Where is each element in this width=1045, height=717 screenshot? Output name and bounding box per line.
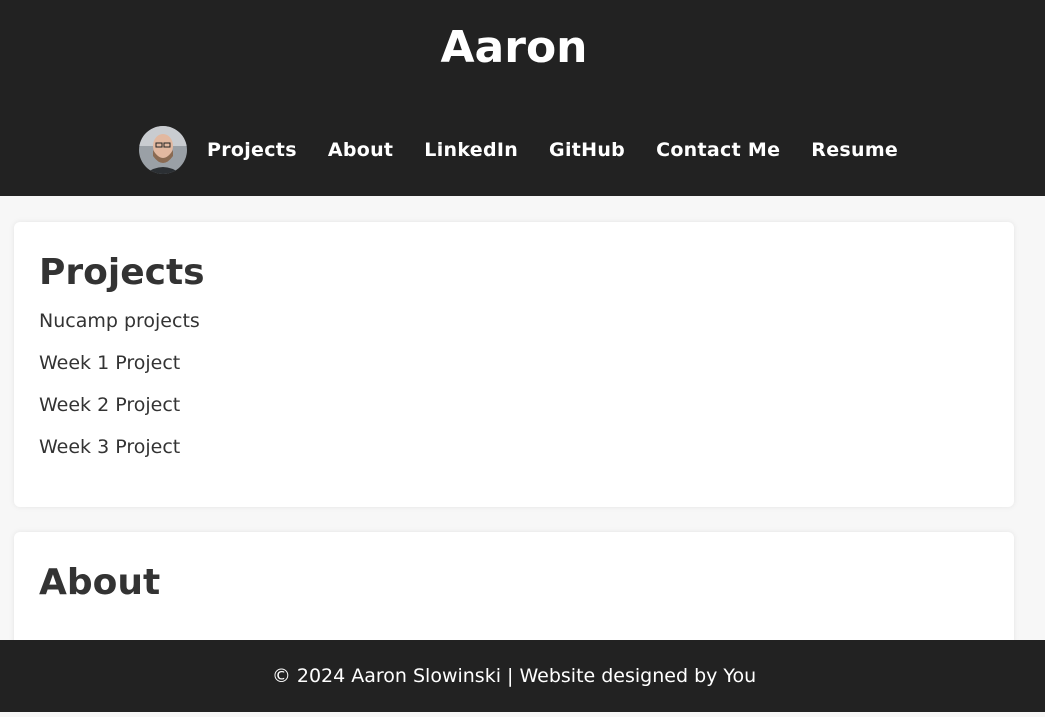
project-item[interactable]: Week 1 Project	[39, 350, 200, 376]
nav-link-github[interactable]: GitHub	[549, 139, 625, 161]
main-nav: Projects About LinkedIn GitHub Contact M…	[139, 125, 898, 175]
avatar-icon[interactable]	[139, 126, 187, 174]
projects-card: Projects Nucamp projects Week 1 Project …	[14, 222, 1014, 507]
nav-link-resume[interactable]: Resume	[811, 139, 898, 161]
nav-link-projects[interactable]: Projects	[207, 139, 297, 161]
projects-list: Nucamp projects Week 1 Project Week 2 Pr…	[39, 308, 200, 476]
site-footer: © 2024 Aaron Slowinski | Website designe…	[0, 640, 1045, 712]
footer-text: © 2024 Aaron Slowinski | Website designe…	[271, 665, 757, 687]
site-header: Aaron Projects About LinkedIn GitHub Con…	[0, 0, 1045, 196]
about-heading: About	[39, 562, 161, 603]
nav-link-contact[interactable]: Contact Me	[656, 139, 780, 161]
nav-link-about[interactable]: About	[328, 139, 393, 161]
nav-link-linkedin[interactable]: LinkedIn	[424, 139, 518, 161]
about-card: About	[14, 532, 1014, 652]
site-title: Aaron	[440, 22, 588, 73]
projects-heading: Projects	[39, 252, 205, 293]
project-item: Nucamp projects	[39, 310, 200, 332]
project-item[interactable]: Week 2 Project	[39, 392, 200, 418]
project-item[interactable]: Week 3 Project	[39, 434, 200, 460]
